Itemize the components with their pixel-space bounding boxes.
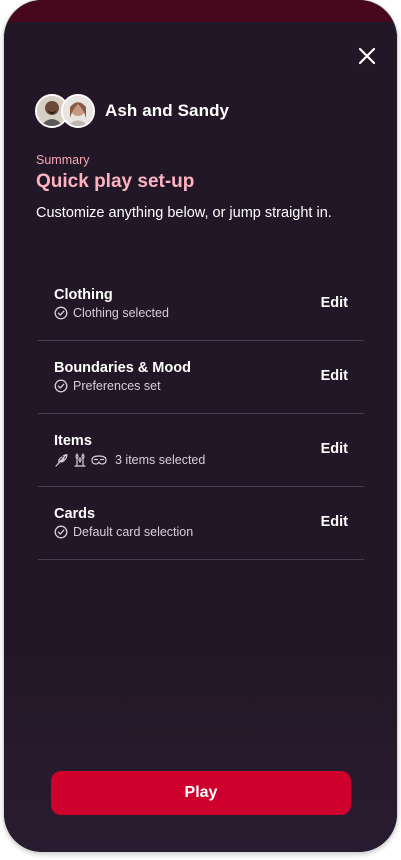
row-title: Cards <box>54 506 96 522</box>
setup-sheet: Ash and Sandy Summary Quick play set-up … <box>4 22 397 852</box>
mask-icon <box>91 455 107 465</box>
top-band <box>4 0 397 22</box>
feather-icon <box>55 454 68 467</box>
edit-clothing-button[interactable]: Edit <box>321 295 348 311</box>
check-circle-icon <box>54 379 68 393</box>
settings-row-cards[interactable]: Cards Default card selection Edit <box>38 487 364 560</box>
check-circle-icon <box>54 306 68 320</box>
edit-items-button[interactable]: Edit <box>321 441 348 457</box>
item-icons <box>54 452 110 468</box>
players-header: Ash and Sandy <box>35 94 229 128</box>
row-title: Clothing <box>54 287 113 303</box>
page-description: Customize anything below, or jump straig… <box>36 205 332 221</box>
settings-list: Clothing Clothing selected Edit Boundari… <box>38 268 364 560</box>
row-status-text: Default card selection <box>73 525 194 539</box>
avatar-sandy <box>61 94 95 128</box>
row-status: Clothing selected <box>54 306 169 320</box>
players-name: Ash and Sandy <box>105 101 230 120</box>
row-title: Items <box>54 433 92 449</box>
row-status: Preferences set <box>54 379 161 393</box>
row-status: Default card selection <box>54 525 193 539</box>
row-status-text: 3 items selected <box>115 453 206 467</box>
row-status-text: Clothing selected <box>73 306 169 320</box>
play-button[interactable]: Play <box>51 771 351 815</box>
candle-icon <box>74 453 86 467</box>
settings-row-items[interactable]: Items 3 items selected Edit <box>38 414 364 487</box>
row-status: 3 items selected <box>54 452 205 468</box>
close-icon[interactable] <box>355 44 379 68</box>
edit-cards-button[interactable]: Edit <box>321 514 348 530</box>
edit-boundaries-button[interactable]: Edit <box>321 368 348 384</box>
page-title: Quick play set-up <box>36 171 195 192</box>
settings-row-clothing[interactable]: Clothing Clothing selected Edit <box>38 268 364 341</box>
summary-eyebrow: Summary <box>36 153 90 167</box>
row-title: Boundaries & Mood <box>54 360 191 376</box>
check-circle-icon <box>54 525 68 539</box>
phone-frame: Ash and Sandy Summary Quick play set-up … <box>4 0 397 852</box>
row-status-text: Preferences set <box>73 379 161 393</box>
settings-row-boundaries[interactable]: Boundaries & Mood Preferences set Edit <box>38 341 364 414</box>
